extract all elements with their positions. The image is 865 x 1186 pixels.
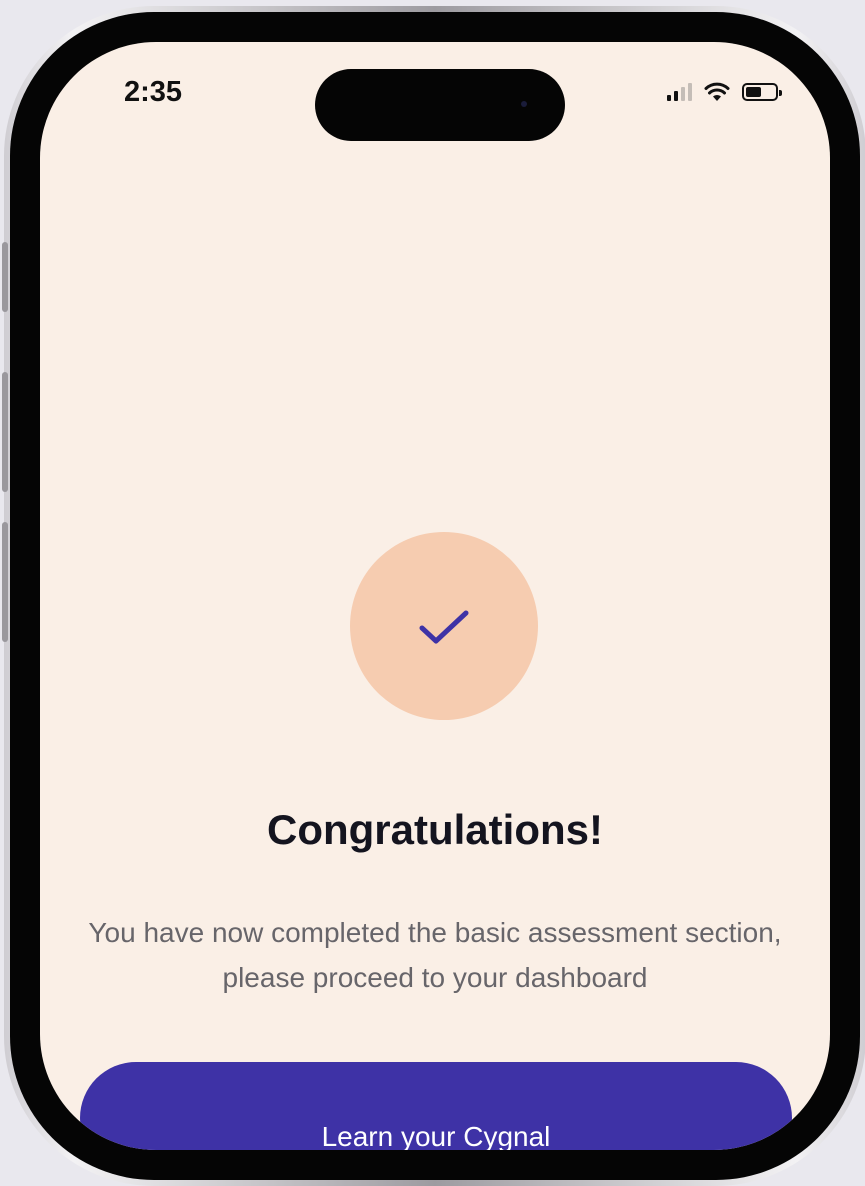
completion-message: You have now completed the basic assessm… [88, 917, 782, 993]
camera-dot [521, 101, 527, 107]
page-title: Congratulations! [267, 806, 603, 853]
phone-bezel: 2:35 Congratulations! You have now compl… [2, 12, 860, 1180]
dynamic-island [315, 69, 565, 141]
action-button [2, 242, 8, 312]
app-screen: 2:35 Congratulations! You have now compl… [40, 42, 830, 1150]
cellular-signal-icon [667, 83, 692, 101]
volume-up-button [2, 372, 8, 492]
phone-frame: 2:35 Congratulations! You have now compl… [2, 6, 865, 1186]
volume-down-button [2, 522, 8, 642]
learn-cygnal-button[interactable]: Learn your Cygnal [80, 1062, 792, 1150]
wifi-icon [704, 82, 730, 101]
success-badge [350, 532, 538, 720]
status-icons [667, 82, 782, 102]
battery-icon [742, 83, 782, 101]
status-time: 2:35 [124, 76, 183, 108]
checkmark-icon [419, 610, 469, 644]
